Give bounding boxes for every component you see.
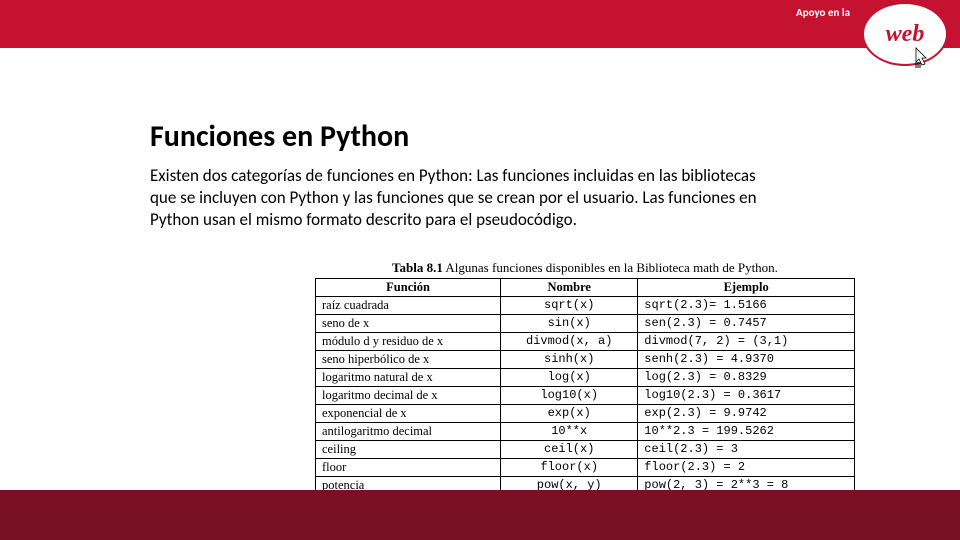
cell-ejemplo: divmod(7, 2) = (3,1) [638,333,855,351]
cell-nombre: sinh(x) [501,351,638,369]
page-title: Funciones en Python [150,118,790,155]
table-header-row: Función Nombre Ejemplo [316,279,855,297]
table-row: seno de xsin(x)sen(2.3) = 0.7457 [316,315,855,333]
col-header-funcion: Función [316,279,501,297]
cell-ejemplo: exp(2.3) = 9.9742 [638,405,855,423]
web-logo: web [862,2,950,80]
table-row: exponencial de xexp(x)exp(2.3) = 9.9742 [316,405,855,423]
table-row: raíz cuadradasqrt(x)sqrt(2.3)= 1.5166 [316,297,855,315]
col-header-ejemplo: Ejemplo [638,279,855,297]
web-logo-oval: web [862,2,948,66]
table-row: antilogaritmo decimal10**x10**2.3 = 199.… [316,423,855,441]
table-row: floorfloor(x)floor(2.3) = 2 [316,459,855,477]
cell-nombre: exp(x) [501,405,638,423]
cell-ejemplo: senh(2.3) = 4.9370 [638,351,855,369]
cell-nombre: sin(x) [501,315,638,333]
support-label: Apoyo en la [796,6,850,19]
body-paragraph: Existen dos categorías de funciones en P… [150,165,770,230]
cell-nombre: floor(x) [501,459,638,477]
content-area: Funciones en Python Existen dos categorí… [0,48,790,230]
cell-ejemplo: log10(2.3) = 0.3617 [638,387,855,405]
cursor-icon [910,46,930,70]
cell-nombre: sqrt(x) [501,297,638,315]
caption-bold: Tabla 8.1 [392,260,443,275]
cell-nombre: 10**x [501,423,638,441]
table-row: logaritmo natural de xlog(x)log(2.3) = 0… [316,369,855,387]
col-header-nombre: Nombre [501,279,638,297]
cell-funcion: exponencial de x [316,405,501,423]
table-row: módulo d y residuo de xdivmod(x, a)divmo… [316,333,855,351]
cell-funcion: logaritmo natural de x [316,369,501,387]
cell-ejemplo: ceil(2.3) = 3 [638,441,855,459]
cell-funcion: seno de x [316,315,501,333]
cell-ejemplo: sqrt(2.3)= 1.5166 [638,297,855,315]
header-bar: Apoyo en la [0,0,960,48]
cell-nombre: log(x) [501,369,638,387]
table-row: logaritmo decimal de xlog10(x)log10(2.3)… [316,387,855,405]
cell-ejemplo: sen(2.3) = 0.7457 [638,315,855,333]
footer-bar [0,490,960,540]
math-table-wrap: Tabla 8.1 Algunas funciones disponibles … [315,260,855,495]
cell-funcion: módulo d y residuo de x [316,333,501,351]
cell-ejemplo: 10**2.3 = 199.5262 [638,423,855,441]
cell-nombre: ceil(x) [501,441,638,459]
table-row: ceilingceil(x)ceil(2.3) = 3 [316,441,855,459]
caption-rest: Algunas funciones disponibles en la Bibl… [443,260,778,275]
cell-funcion: ceiling [316,441,501,459]
cell-ejemplo: log(2.3) = 0.8329 [638,369,855,387]
table-row: seno hiperbólico de xsinh(x)senh(2.3) = … [316,351,855,369]
cell-ejemplo: floor(2.3) = 2 [638,459,855,477]
web-logo-text: web [886,21,925,48]
cell-funcion: antilogaritmo decimal [316,423,501,441]
math-functions-table: Función Nombre Ejemplo raíz cuadradasqrt… [315,278,855,495]
table-caption: Tabla 8.1 Algunas funciones disponibles … [315,260,855,276]
cell-funcion: floor [316,459,501,477]
cell-funcion: logaritmo decimal de x [316,387,501,405]
cell-nombre: log10(x) [501,387,638,405]
cell-funcion: seno hiperbólico de x [316,351,501,369]
cell-nombre: divmod(x, a) [501,333,638,351]
cell-funcion: raíz cuadrada [316,297,501,315]
